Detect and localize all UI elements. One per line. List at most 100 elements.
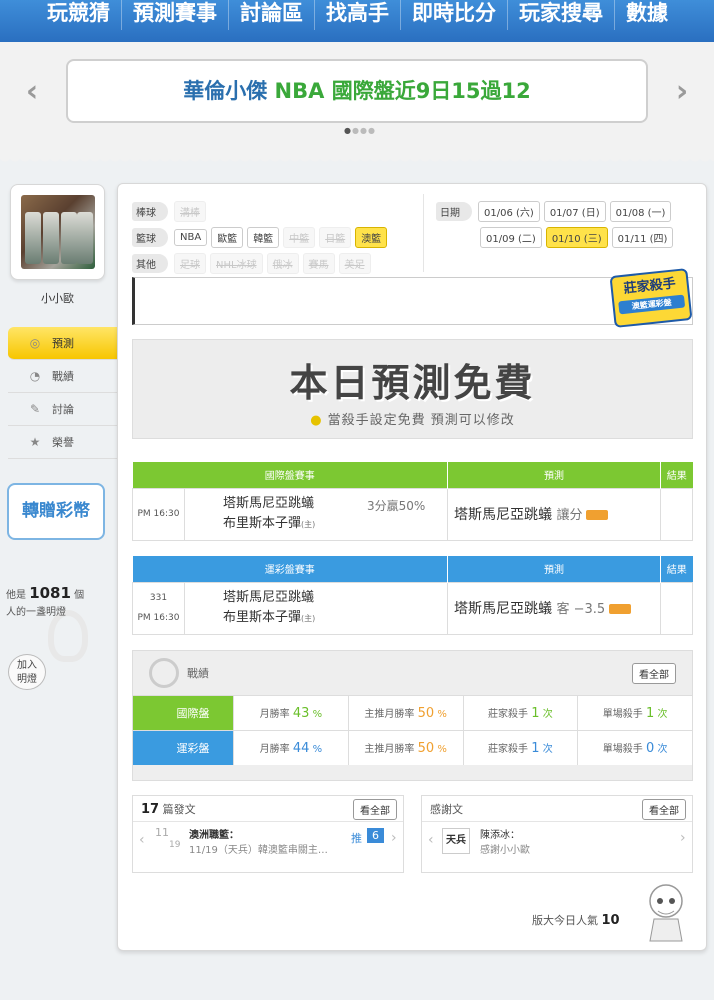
nav-item[interactable]: 找高手 [315,0,401,30]
side-menu-item-predict[interactable]: ◎ 預測 [8,327,128,360]
game-code: 331 [149,593,168,603]
stat-unit: % [312,709,323,720]
pen-icon: ✎ [29,402,41,416]
stat-unit: 次 [657,709,668,720]
filter-tag[interactable]: 01/07 (日) [543,200,606,222]
fans-prefix: 他是 [6,590,26,601]
stat-unit: 次 [542,744,553,755]
free-prediction-banner: 本日預測免費 ● 當殺手設定免費 預測可以修改 [132,339,693,439]
intl-prediction-table: 國際盤賽事 預測 結果 PM 16:30 塔斯馬尼亞跳蟻 布里斯本子彈(主) 3分贏… [132,462,693,541]
stat-value: 44 [292,741,310,756]
prediction-type: 讓分 [556,508,583,523]
filter-tag[interactable]: 澳籃 [355,226,388,248]
sport-filter: 棒球 溝棒 籃球 NBA 歐籃 韓籃 中籃 日籃 澳籃 其他 足球 NHL冰球 俄冰 賽馬 美足 [132,198,391,276]
result-cell [660,581,693,635]
avatar[interactable] [21,195,95,269]
filter-tag[interactable]: NBA [174,228,208,246]
stat-unit: 次 [657,744,668,755]
join-lamp-button[interactable]: 加入 明燈 [8,654,46,690]
filter-tag[interactable]: 01/08 (一) [609,200,672,222]
side-menu-label: 榮譽 [52,436,74,449]
banner-headline[interactable]: 華倫小傑 NBA 國際盤近9日15過12 [66,59,648,123]
bulb-icon: ● [310,413,323,428]
table-header: 運彩盤賽事 [132,556,448,582]
profile-card [10,184,105,280]
away-team: 塔斯馬尼亞跳蟻 [223,589,315,605]
side-menu-label: 預測 [52,337,74,350]
stat-caption: 莊家殺手 [488,744,529,755]
filter-label-basketball: 籃球 [132,227,168,247]
thanks-label: 感謝文 [430,803,463,816]
chevron-left-icon[interactable]: ‹ [139,832,145,848]
stat-unit: % [437,744,447,755]
home-marker: (主) [301,519,316,529]
banner-prev-arrow[interactable]: ‹ [20,74,44,109]
side-menu: ◎ 預測 ◔ 戰績 ✎ 討論 ★ 榮譽 [8,327,128,459]
gift-coins-button[interactable]: 轉贈彩幣 [7,483,105,540]
popularity-label: 版大今日人氣 [532,914,598,927]
popularity: 版大今日人氣 10 [532,912,620,928]
stat-value: 0 [645,741,655,756]
post-excerpt: 11/19（天兵）韓澳籃串關主… [189,845,328,856]
stat-value: 1 [645,706,655,721]
thanks-box: 感謝文 看全部 ‹ 天兵 陳添冰： 感謝小小歐 › [421,795,693,873]
fans-count: 他是 1081 個 人的一盞明燈 [6,585,106,621]
stats-cell: 月勝率 43 % [233,696,348,730]
filter-tag[interactable]: 韓籃 [247,226,280,248]
filter-tag[interactable]: 歐籃 [211,226,244,248]
list-item[interactable]: ‹ 天兵 陳添冰： 感謝小小歐 › [422,822,692,862]
post-title: 澳洲職籃： [189,830,239,841]
mascot-icon [649,884,683,942]
result-cell [660,487,693,541]
filter-tag[interactable]: 01/09 (二) [480,226,542,248]
stats-row-label: 國際盤 [133,696,233,730]
see-all-button[interactable]: 看全部 [642,799,686,820]
banner-record-text: NBA 國際盤近9日15過12 [274,79,531,103]
nav-item[interactable]: 玩家搜尋 [508,0,615,30]
stat-caption: 月勝率 [259,744,290,755]
stats-cell: 莊家殺手 1 次 [462,731,578,765]
ad-bar[interactable]: 莊家殺手 澳籃運彩盤 [132,268,693,328]
date-filter: 日期 01/06 (六) 01/07 (日) 01/08 (一) 01/09 (二) 0… [436,198,677,250]
lottery-prediction-table: 運彩盤賽事 預測 結果 331 PM 16:30 塔斯馬尼亞跳蟻 布里斯本子彈(主)… [132,556,693,635]
chevron-left-icon[interactable]: ‹ [428,832,434,848]
banner-pager-dots: ●●●● [344,126,376,135]
nav-item[interactable]: 預測賽事 [122,0,229,30]
main-pick-icon [586,510,609,520]
post-label: 篇發文 [162,803,196,816]
stat-caption: 莊家殺手 [488,709,529,720]
see-all-button[interactable]: 看全部 [353,799,397,820]
stats-cell: 主推月勝率 50 % [347,696,463,730]
side-menu-label: 戰績 [52,370,74,383]
predicted-team: 塔斯馬尼亞跳蟻 [454,601,552,617]
banner-next-arrow[interactable]: › [670,74,694,109]
filter-tag: NHL冰球 [210,252,263,274]
nav-item[interactable]: 玩競猜 [36,0,122,30]
stats-row: 運彩盤 月勝率 44 % 主推月勝率 50 % 莊家殺手 1 次單場殺手 0 次 [133,730,692,765]
stat-caption: 月勝率 [259,709,290,720]
side-menu-label: 討論 [52,403,74,416]
stat-value: 1 [531,706,540,721]
stat-caption: 單場殺手 [602,744,643,755]
side-menu-item-honor[interactable]: ★ 榮譽 [8,426,118,459]
filter-tag[interactable]: 01/11 (四) [611,226,674,248]
filter-tag[interactable]: 01/06 (六) [478,200,540,222]
nav-item[interactable]: 討論區 [229,0,315,30]
chevron-right-icon[interactable]: › [391,830,397,846]
side-menu-item-discuss[interactable]: ✎ 討論 [8,393,118,426]
stats-cell: 單場殺手 1 次 [577,696,692,730]
side-menu-item-record[interactable]: ◔ 戰績 [8,360,118,393]
filter-tag: 足球 [174,252,206,274]
filter-tag[interactable]: 01/10 (三) [545,226,608,248]
table-row[interactable]: 331 PM 16:30 塔斯馬尼亞跳蟻 布里斯本子彈(主) 塔斯馬尼亞跳蟻 客 −… [132,581,693,635]
nav-item[interactable]: 即時比分 [401,0,508,30]
join-label-2: 明燈 [17,674,37,685]
ad-subtitle: 澳籃運彩盤 [618,294,686,315]
table-row[interactable]: PM 16:30 塔斯馬尼亞跳蟻 布里斯本子彈(主) 3分贏50% 塔斯馬尼亞跳蟻 … [132,487,693,541]
list-item[interactable]: ‹ 11 19 澳洲職籃： 11/19（天兵）韓澳籃串關主… 推 6 › [133,822,403,862]
see-all-button[interactable]: 看全部 [632,663,676,684]
nav-item[interactable]: 數據 [615,0,679,30]
table-header: 國際盤賽事 [132,462,448,488]
chevron-right-icon[interactable]: › [680,830,686,846]
thanks-author: 陳添冰： [480,830,520,841]
